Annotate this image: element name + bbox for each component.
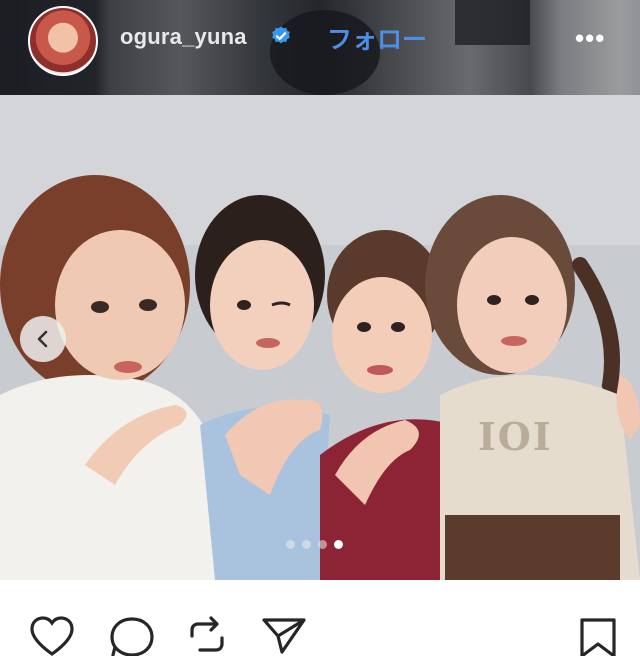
carousel-prev-button[interactable] <box>20 316 66 362</box>
carousel-dot <box>302 540 311 549</box>
repost-icon <box>190 616 224 652</box>
share-icon <box>262 618 306 654</box>
chevron-left-icon <box>37 330 48 348</box>
more-options-button[interactable]: ••• <box>575 23 605 54</box>
username[interactable]: ogura_yuna <box>120 24 247 50</box>
carousel-dot <box>318 540 327 549</box>
group-photo: IOI <box>0 95 640 580</box>
repost-button[interactable] <box>184 616 232 656</box>
carousel-dot-active <box>334 540 343 549</box>
carousel-indicator <box>286 540 343 549</box>
header-background-shape <box>455 0 530 45</box>
share-button[interactable] <box>260 616 308 656</box>
carousel-dot <box>286 540 295 549</box>
comment-button[interactable] <box>108 616 156 656</box>
comment-icon <box>110 617 154 656</box>
svg-text:IOI: IOI <box>478 414 553 459</box>
heart-icon <box>30 616 74 656</box>
bookmark-button[interactable] <box>574 616 622 656</box>
post-image[interactable]: IOI <box>0 95 640 580</box>
verified-badge-icon <box>272 26 290 44</box>
follow-button[interactable]: フォロー <box>327 20 427 56</box>
bookmark-icon <box>580 618 616 656</box>
avatar[interactable] <box>28 6 98 76</box>
action-bar <box>0 580 640 656</box>
like-button[interactable] <box>28 616 76 656</box>
